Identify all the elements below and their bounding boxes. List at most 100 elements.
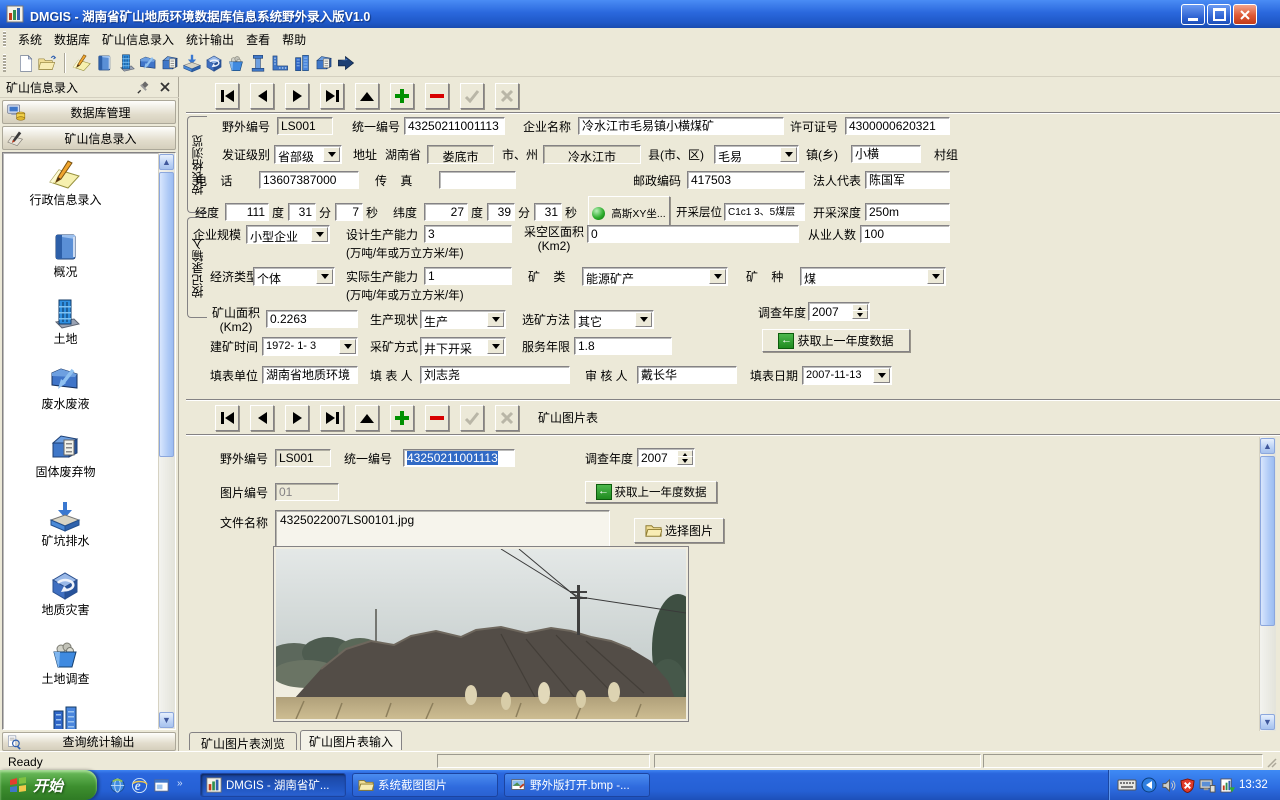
land-icon[interactable]	[115, 52, 137, 74]
sidebar-close-icon[interactable]	[159, 81, 171, 93]
close-button[interactable]	[1233, 4, 1257, 25]
nav1-first-button[interactable]	[215, 83, 239, 109]
longitude-deg-input[interactable]: 111	[225, 203, 269, 221]
fax-input[interactable]	[439, 171, 516, 189]
ruler-icon[interactable]	[269, 52, 291, 74]
legal-input[interactable]: 陈国军	[865, 171, 950, 189]
new-document-icon[interactable]	[14, 52, 36, 74]
mine-class-dropdown[interactable]: 能源矿产	[582, 267, 728, 286]
depth-input[interactable]: 250m	[865, 203, 950, 221]
pic-uni-no-input[interactable]: 43250211001113	[403, 449, 515, 467]
solid-waste-big-icon[interactable]	[48, 430, 82, 464]
exit-icon[interactable]	[335, 52, 357, 74]
choose-picture-button[interactable]: 选择图片	[634, 518, 724, 543]
nav2-cancel-button[interactable]	[495, 405, 519, 431]
dropdown-arrow-icon[interactable]	[927, 269, 944, 284]
sidebar-item-wastewater[interactable]: 废水废液	[8, 397, 123, 411]
sidebar-item-geo-hazard[interactable]: 地质灾害	[8, 603, 123, 617]
company-input[interactable]: 冷水江市毛易镇小横煤矿	[578, 117, 784, 135]
mining-method-dropdown[interactable]: 井下开采	[420, 337, 506, 356]
nav1-confirm-button[interactable]	[460, 83, 484, 109]
survey-year-spinner[interactable]: 2007	[808, 302, 870, 321]
nav2-prev-button[interactable]	[250, 405, 274, 431]
sidebar-item-land-survey[interactable]: 土地调查	[8, 672, 123, 686]
land-survey-big-icon[interactable]	[48, 637, 82, 671]
display-tray-icon[interactable]	[1199, 778, 1216, 793]
sidebar-group-query-stats[interactable]: 查询统计输出	[2, 732, 176, 751]
latitude-sec-input[interactable]: 31	[534, 203, 562, 221]
archive-icon[interactable]	[313, 52, 335, 74]
internet-explorer-icon[interactable]	[130, 776, 148, 794]
dropdown-arrow-icon[interactable]	[323, 147, 340, 162]
tab-browse-by-table[interactable]: 按表格浏览	[187, 116, 207, 213]
task-dmgis[interactable]: DMGIS - 湖南省矿...	[200, 773, 346, 797]
picture-scroll-thumb[interactable]	[1260, 456, 1275, 626]
mine-kind-dropdown[interactable]: 煤	[800, 267, 946, 286]
nav1-add-button[interactable]	[390, 83, 414, 109]
mine-drainage-big-icon[interactable]	[48, 499, 82, 533]
start-button[interactable]: 开始	[0, 770, 97, 800]
county-dropdown[interactable]: 毛易	[714, 145, 799, 164]
built-dropdown[interactable]: 1972- 1- 3	[262, 337, 358, 356]
wastewater-big-icon[interactable]	[48, 362, 82, 396]
dropdown-arrow-icon[interactable]	[316, 269, 333, 284]
actual-cap-input[interactable]: 1	[424, 267, 512, 285]
sidebar-item-land[interactable]: 土地	[8, 332, 123, 346]
prod-status-dropdown[interactable]: 生产	[420, 310, 506, 329]
language-bar-icon[interactable]	[1141, 777, 1157, 793]
quicklaunch-chevron-icon[interactable]: »	[177, 778, 183, 789]
spin-down-icon[interactable]	[852, 310, 868, 319]
tab-picture-browse[interactable]: 矿山图片表浏览	[189, 732, 297, 750]
uni-no-input[interactable]: 43250211001113	[404, 117, 505, 135]
dropdown-arrow-icon[interactable]	[339, 339, 356, 354]
license-input[interactable]: 4300000620321	[845, 117, 950, 135]
dropdown-arrow-icon[interactable]	[487, 312, 504, 327]
auditor-input[interactable]: 戴长华	[637, 366, 737, 384]
geo-hazard-big-icon[interactable]	[48, 568, 82, 602]
fetch-last-year-button[interactable]: ←获取上一年度数据	[762, 329, 910, 352]
pin-icon[interactable]	[136, 80, 151, 95]
nav2-next-button[interactable]	[285, 405, 309, 431]
workers-input[interactable]: 100	[860, 225, 950, 243]
admin-entry-big-icon[interactable]	[48, 158, 82, 192]
town-input[interactable]: 小横	[851, 145, 921, 163]
service-input[interactable]: 1.8	[574, 337, 672, 355]
resize-grip[interactable]	[1266, 757, 1278, 769]
scale-dropdown[interactable]: 小型企业	[246, 225, 330, 244]
dropdown-arrow-icon[interactable]	[873, 368, 890, 383]
design-cap-input[interactable]: 3	[424, 225, 512, 243]
volume-icon[interactable]	[1161, 778, 1176, 793]
land-survey-icon[interactable]	[225, 52, 247, 74]
pic-no-input[interactable]: 01	[275, 483, 339, 501]
field-no-input[interactable]: LS001	[277, 117, 333, 135]
menu-database[interactable]: 数据库	[48, 29, 96, 50]
nav1-prev-button[interactable]	[250, 83, 274, 109]
sidebar-group-mine-entry[interactable]: 矿山信息录入	[2, 126, 176, 150]
goaf-input[interactable]: 0	[587, 225, 799, 243]
nav1-delete-button[interactable]	[425, 83, 449, 109]
restore-button[interactable]	[1207, 4, 1231, 25]
econ-dropdown[interactable]: 个体	[253, 267, 335, 286]
sidebar-scroll-up[interactable]: ▲	[159, 154, 174, 170]
task-bmp-file[interactable]: 野外版打开.bmp -...	[504, 773, 650, 797]
geo-hazard-icon[interactable]	[203, 52, 225, 74]
open-file-icon[interactable]	[36, 52, 58, 74]
nav2-add-button[interactable]	[390, 405, 414, 431]
menu-mine-info-entry[interactable]: 矿山信息录入	[96, 29, 180, 50]
latitude-deg-input[interactable]: 27	[424, 203, 468, 221]
fill-date-dropdown[interactable]: 2007-11-13	[802, 366, 892, 385]
overview-big-icon[interactable]	[48, 230, 82, 264]
dropdown-arrow-icon[interactable]	[635, 312, 652, 327]
dropdown-arrow-icon[interactable]	[709, 269, 726, 284]
latitude-min-input[interactable]: 39	[487, 203, 515, 221]
overview-icon[interactable]	[93, 52, 115, 74]
security-alert-icon[interactable]	[1180, 778, 1195, 793]
sidebar-item-overview[interactable]: 概况	[8, 265, 123, 279]
sidebar-group-database[interactable]: 数据库管理	[2, 100, 176, 124]
nav1-top-button[interactable]	[355, 83, 379, 109]
partial-building-icon[interactable]	[48, 703, 82, 730]
mine-drainage-icon[interactable]	[181, 52, 203, 74]
buildings-icon[interactable]	[291, 52, 313, 74]
area-input[interactable]: 0.2263	[266, 310, 358, 328]
show-desktop-icon[interactable]	[108, 776, 126, 794]
